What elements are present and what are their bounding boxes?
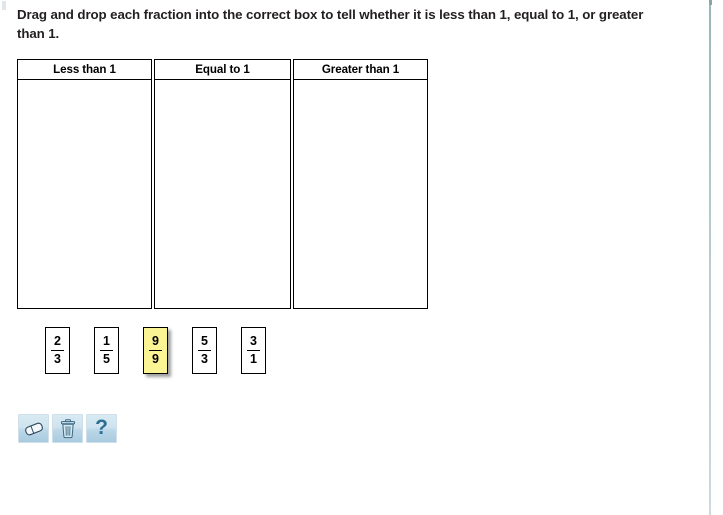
fraction-denominator: 9 [152,352,159,367]
instruction-prompt: Drag and drop each fraction into the cor… [17,7,644,41]
fraction-numerator: 3 [250,334,257,349]
drop-zone-greater-than-1[interactable] [293,80,428,309]
help-button[interactable]: ? [86,414,117,443]
fraction-denominator: 3 [54,352,61,367]
toolbar: ? [18,414,117,443]
page-divider [709,0,711,515]
column-header-greater-than-1: Greater than 1 [293,59,428,80]
page-divider-cap [709,0,712,5]
fraction-numerator: 1 [103,334,110,349]
column-header-equal-to-1: Equal to 1 [154,59,291,80]
fraction-bar [51,349,64,352]
fraction-tile-selected[interactable]: 9 9 [143,327,168,374]
drop-zone-equal-to-1[interactable] [154,80,291,309]
column-greater-than-1: Greater than 1 [293,59,428,309]
sorting-board: Less than 1 Equal to 1 Greater than 1 [17,59,428,309]
fraction-denominator: 5 [103,352,110,367]
fraction-numerator: 5 [201,334,208,349]
fraction-bar [198,349,211,352]
fraction-bar [100,349,113,352]
fraction-bar [149,349,162,352]
column-less-than-1: Less than 1 [17,59,152,309]
fraction-numerator: 9 [152,334,159,349]
fraction-tile[interactable]: 5 3 [192,327,217,374]
fraction-tile[interactable]: 3 1 [241,327,266,374]
question-mark-icon: ? [95,416,108,439]
fraction-denominator: 1 [250,352,257,367]
column-header-less-than-1: Less than 1 [17,59,152,80]
eraser-button[interactable] [18,414,49,443]
fraction-tile[interactable]: 2 3 [45,327,70,374]
fraction-denominator: 3 [201,352,208,367]
corner-fleck [2,1,6,10]
eraser-icon [23,421,45,437]
fraction-numerator: 2 [54,334,61,349]
trash-button[interactable] [52,414,83,443]
trash-icon [59,418,77,439]
fraction-bar [247,349,260,352]
fraction-tile[interactable]: 1 5 [94,327,119,374]
column-equal-to-1: Equal to 1 [154,59,291,309]
drop-zone-less-than-1[interactable] [17,80,152,309]
